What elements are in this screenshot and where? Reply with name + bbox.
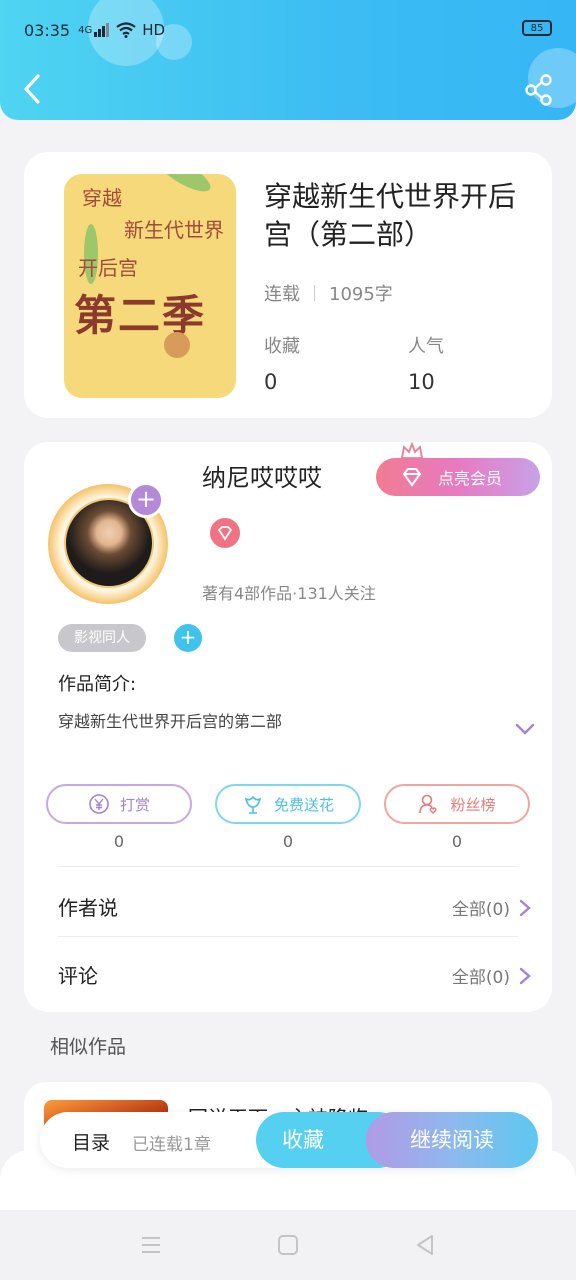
chevron-down-icon[interactable] xyxy=(514,722,536,736)
back-nav-icon[interactable] xyxy=(414,1234,436,1256)
intro-text: 穿越新生代世界开后宫的第二部 xyxy=(58,712,283,731)
favorites-label: 收藏 xyxy=(264,336,300,357)
battery-icon: 85 xyxy=(522,20,552,36)
cover-decor xyxy=(153,174,215,198)
network-label: HD xyxy=(142,21,166,39)
favorites-value: 0 xyxy=(264,370,278,394)
send-flower-label: 免费送花 xyxy=(273,795,334,814)
reward-count: 0 xyxy=(113,832,125,851)
signal-bars-icon xyxy=(94,23,110,37)
separator xyxy=(314,285,315,301)
chevron-right-icon xyxy=(519,967,531,984)
cover-text: 开后宫 xyxy=(78,256,138,280)
popularity-stat: 人气 10 xyxy=(408,332,444,394)
cover-text: 第二季 xyxy=(74,291,207,340)
status-time: 03:35 xyxy=(24,20,71,40)
status-bar: 03:35 4G HD xyxy=(24,18,165,42)
author-name[interactable]: 纳尼哎哎哎 xyxy=(202,458,322,493)
cover-text: 新生代世界 xyxy=(124,218,224,242)
send-flower-button[interactable]: 免费送花 xyxy=(215,784,361,824)
home-icon[interactable] xyxy=(277,1234,299,1256)
chapter-count: 已连载1章 xyxy=(132,1135,211,1155)
yen-coin-icon xyxy=(89,794,109,814)
bottom-action-bar: 目录 已连载1章 收藏 继续阅读 xyxy=(40,1112,538,1168)
serial-status: 连载 xyxy=(264,284,300,305)
continue-reading-button[interactable]: 继续阅读 xyxy=(366,1112,538,1168)
share-button[interactable] xyxy=(524,74,554,106)
chevron-right-icon xyxy=(519,899,531,916)
similar-section-title: 相似作品 xyxy=(50,1036,127,1058)
diamond-icon xyxy=(402,468,422,487)
level-badge xyxy=(210,518,240,548)
menu-icon[interactable] xyxy=(140,1234,162,1256)
popularity-label: 人气 xyxy=(408,336,444,357)
comments-all: 全部(0) xyxy=(451,968,510,988)
cover-decor xyxy=(164,332,190,358)
reward-label: 打赏 xyxy=(119,795,150,814)
fan-user-icon xyxy=(419,794,438,814)
genre-tag[interactable]: 影视同人 xyxy=(58,624,146,652)
comments-label[interactable]: 评论 xyxy=(58,960,98,989)
cover-text: 穿越 xyxy=(82,186,122,210)
author-says-link[interactable]: 全部(0) xyxy=(452,895,532,920)
vip-button[interactable]: 点亮会员 xyxy=(376,458,540,496)
book-title: 穿越新生代世界开后宫（第二部） xyxy=(264,180,517,251)
book-info-card: 穿越 新生代世界 开后宫 第二季 穿越新生代世界开后宫（第二部） 连载 1095… xyxy=(24,152,552,418)
fan-ranking-label: 粉丝榜 xyxy=(450,795,496,814)
signal-icon: 4G xyxy=(78,24,93,36)
author-says-label[interactable]: 作者说 xyxy=(58,892,118,921)
flower-count: 0 xyxy=(282,832,294,851)
toc-button[interactable]: 目录 xyxy=(72,1128,110,1155)
follow-author-button[interactable]: + xyxy=(128,482,164,518)
diamond-icon xyxy=(217,526,233,541)
book-cover[interactable]: 穿越 新生代世界 开后宫 第二季 xyxy=(64,174,236,398)
favorites-stat: 收藏 0 xyxy=(264,332,300,394)
fan-ranking-button[interactable]: 粉丝榜 xyxy=(384,784,530,824)
wifi-icon xyxy=(116,22,136,38)
top-header: 03:35 4G HD 85 xyxy=(0,0,576,120)
reward-button[interactable]: 打赏 xyxy=(46,784,192,824)
intro-label: 作品简介: xyxy=(58,674,137,695)
back-button[interactable] xyxy=(18,72,46,106)
author-says-all: 全部(0) xyxy=(451,900,510,920)
author-card: + 纳尼哎哎哎 点亮会员 著有4部作品·131人关注 影视同人 + 作品简介: … xyxy=(24,442,552,1012)
flower-icon xyxy=(244,795,262,814)
book-status-row: 连载 1095字 xyxy=(264,280,393,306)
word-count: 1095字 xyxy=(329,284,393,305)
system-nav-bar xyxy=(0,1210,576,1280)
popularity-value: 10 xyxy=(408,370,435,394)
vip-label: 点亮会员 xyxy=(438,469,503,488)
fan-count: 0 xyxy=(451,832,463,851)
divider xyxy=(58,866,518,867)
author-meta: 著有4部作品·131人关注 xyxy=(202,584,376,603)
add-tag-button[interactable]: + xyxy=(174,624,202,652)
divider xyxy=(58,936,518,937)
comments-link[interactable]: 全部(0) xyxy=(452,963,532,988)
